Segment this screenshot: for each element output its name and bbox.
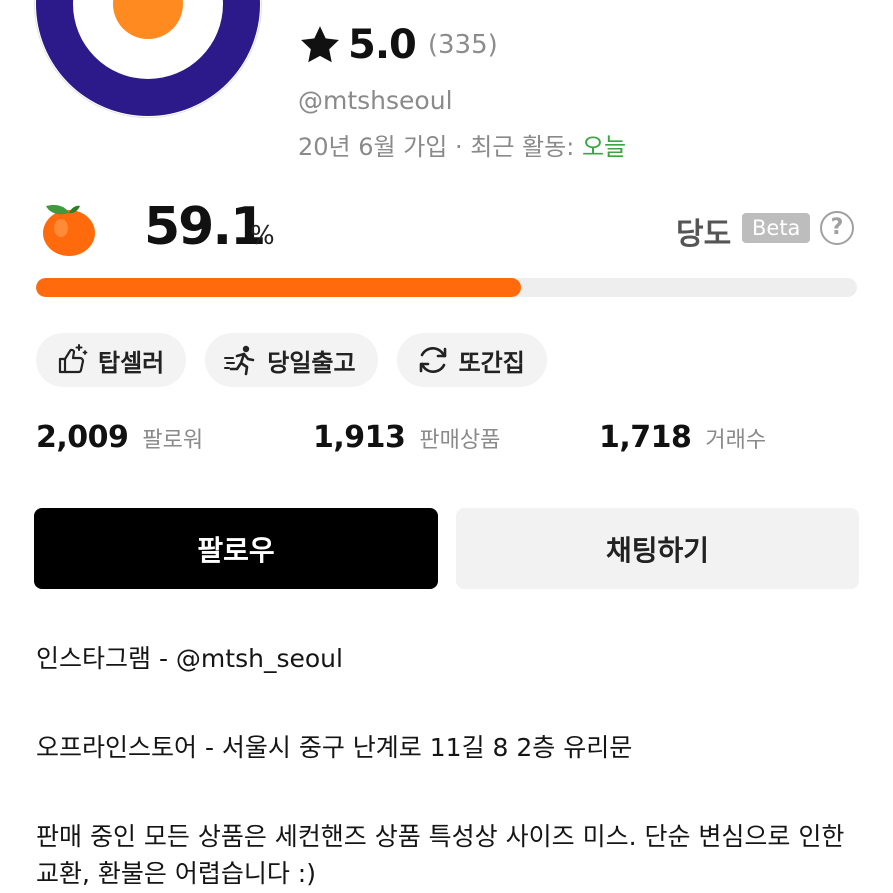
description-line-instagram: 인스타그램 - @mtsh_seoul [36,644,343,673]
joined-info: 20년 6월 가입 · 최근 활동: 오늘 [298,127,626,162]
badge-revisit-label: 또간집 [458,348,525,377]
sweetness-progress-bar [36,278,857,297]
last-active: 오늘 [581,133,627,161]
seller-badges: 탑셀러 당일출고 또간집 [36,333,547,387]
review-count: (335) [427,30,498,60]
seller-profile: 5.0 (335) @mtshseoul 20년 6월 가입 · 최근 활동: … [0,0,893,893]
star-icon [301,26,339,63]
refresh-icon [419,346,446,374]
badge-top-seller[interactable]: 탑셀러 [36,333,187,387]
description-line-store: 오프라인스토어 - 서울시 중구 난계로 11길 8 2층 유리문 [36,733,633,762]
rating-value: 5.0 [348,22,417,68]
stat-products[interactable]: 1,913 판매상품 [313,420,500,455]
badge-same-day-shipping-label: 당일출고 [267,348,356,377]
stat-transactions[interactable]: 1,718 거래수 [599,420,766,455]
stat-followers-label: 팔로워 [142,428,204,453]
seller-rating[interactable]: 5.0 (335) [298,18,498,72]
thumbs-up-sparkle-icon [58,344,88,374]
follow-button[interactable]: 팔로우 [34,508,438,589]
seller-description: 인스타그램 - @mtsh_seoul 오프라인스토어 - 서울시 중구 난계로… [36,640,858,892]
chat-button[interactable]: 채팅하기 [456,508,859,589]
sweetness-unit: % [250,221,275,251]
avatar[interactable] [34,0,262,118]
badge-top-seller-label: 탑셀러 [98,348,165,377]
seller-handle: @mtshseoul [298,86,453,115]
runner-icon [224,345,255,376]
stat-products-value: 1,913 [313,420,406,455]
avatar-logo [36,0,260,116]
sweetness-label: 당도 [676,217,732,252]
badge-revisit[interactable]: 또간집 [396,333,547,387]
joined-text: 20년 6월 가입 · 최근 활동: [298,133,582,161]
badge-same-day-shipping[interactable]: 당일출고 [205,333,378,387]
description-line-policy: 판매 중인 모든 상품은 세컨핸즈 상품 특성상 사이즈 미스. 단순 변심으로… [36,822,845,888]
sweetness-value: 59.1 [144,197,266,257]
sweetness-section: 59.1 % 당도 Beta ? [36,197,858,261]
sweetness-progress-fill [36,278,522,297]
peach-icon [43,204,95,256]
seller-stats: 2,009 팔로워 1,913 판매상품 1,718 거래수 [36,420,858,470]
stat-followers-value: 2,009 [36,420,129,455]
stat-transactions-label: 거래수 [705,428,767,453]
beta-badge: Beta [742,213,811,243]
help-icon[interactable]: ? [820,211,854,245]
stat-products-label: 판매상품 [419,428,501,453]
stat-followers[interactable]: 2,009 팔로워 [36,420,203,455]
stat-transactions-value: 1,718 [599,420,692,455]
